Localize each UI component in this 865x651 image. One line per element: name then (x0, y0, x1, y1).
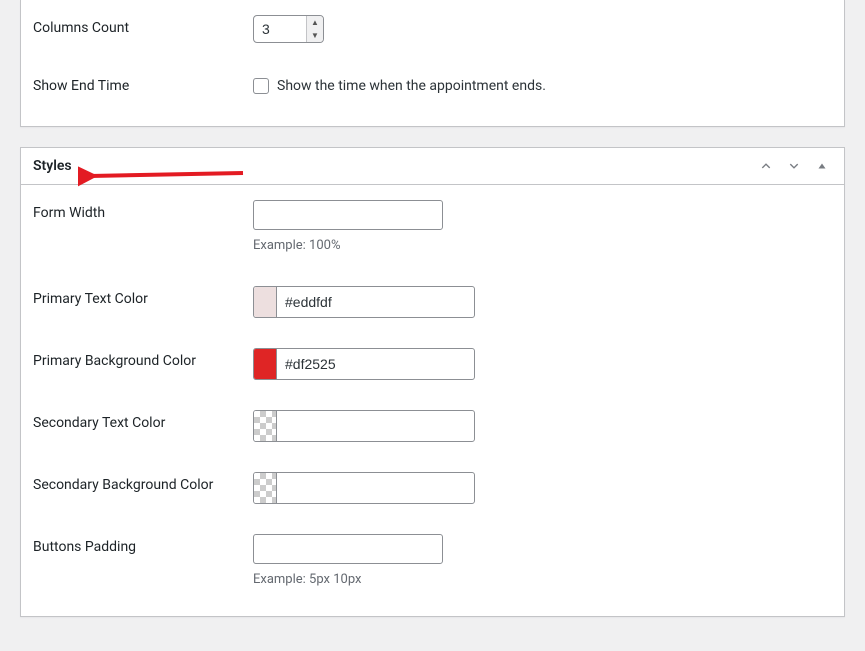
styles-section: Styles Form Width Example: (20, 147, 845, 617)
chevron-up-icon (759, 159, 773, 173)
styles-section-title: Styles (21, 150, 84, 182)
form-width-label: Form Width (33, 185, 243, 271)
primary-bg-color-field (253, 348, 475, 380)
styles-section-header: Styles (21, 148, 844, 185)
primary-text-color-field (253, 286, 475, 318)
secondary-bg-color-field (253, 472, 475, 504)
secondary-bg-color-input[interactable] (277, 473, 474, 503)
primary-bg-color-label: Primary Background Color (33, 333, 243, 395)
form-width-input[interactable] (253, 200, 443, 230)
show-end-time-label: Show End Time (33, 58, 243, 114)
styles-table: Form Width Example: 100% Primary Text Co… (33, 185, 832, 604)
primary-text-color-input[interactable] (277, 287, 474, 317)
buttons-padding-label: Buttons Padding (33, 519, 243, 605)
primary-bg-color-swatch[interactable] (254, 349, 277, 379)
secondary-bg-color-swatch[interactable] (254, 473, 277, 503)
show-end-time-checkbox[interactable] (253, 78, 269, 94)
primary-bg-color-input[interactable] (277, 349, 474, 379)
primary-text-color-label: Primary Text Color (33, 271, 243, 333)
columns-count-label: Columns Count (33, 0, 243, 58)
move-down-button[interactable] (780, 152, 808, 180)
toggle-section-button[interactable] (808, 152, 836, 180)
triangle-up-icon (817, 161, 827, 171)
chevron-down-icon (787, 159, 801, 173)
secondary-text-color-input[interactable] (277, 411, 474, 441)
secondary-text-color-field (253, 410, 475, 442)
fields-section: Columns Count ▲ ▼ Show End Time (20, 0, 845, 127)
secondary-bg-color-label: Secondary Background Color (33, 457, 243, 519)
chevron-down-icon[interactable]: ▼ (307, 29, 323, 42)
buttons-padding-hint: Example: 5px 10px (253, 570, 822, 590)
secondary-text-color-label: Secondary Text Color (33, 395, 243, 457)
fields-table: Columns Count ▲ ▼ Show End Time (33, 0, 832, 114)
chevron-up-icon[interactable]: ▲ (307, 16, 323, 29)
move-up-button[interactable] (752, 152, 780, 180)
form-width-hint: Example: 100% (253, 236, 822, 256)
buttons-padding-input[interactable] (253, 534, 443, 564)
show-end-time-description: Show the time when the appointment ends. (277, 78, 546, 94)
secondary-text-color-swatch[interactable] (254, 411, 277, 441)
columns-count-stepper[interactable]: ▲ ▼ (306, 16, 323, 42)
primary-text-color-swatch[interactable] (254, 287, 277, 317)
